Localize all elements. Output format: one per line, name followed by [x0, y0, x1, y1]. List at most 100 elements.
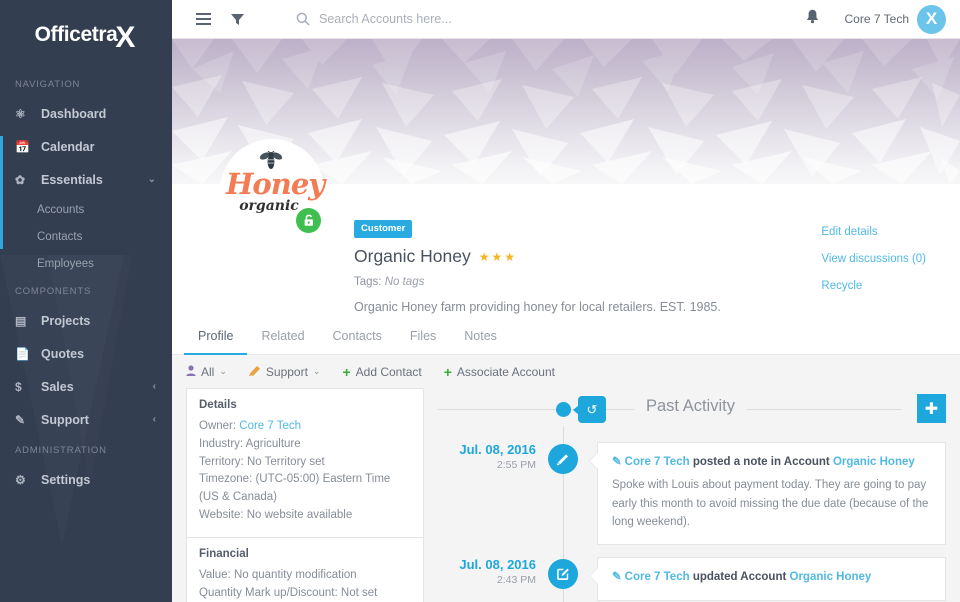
funnel-icon[interactable]	[220, 13, 254, 26]
timeline-card: ✎ Core 7 Tech updated Account Organic Hon…	[589, 557, 946, 601]
search-icon	[296, 12, 310, 26]
sidebar-section-navigation: NAVIGATION	[15, 79, 81, 90]
search-box[interactable]	[296, 12, 806, 26]
pencil-icon[interactable]	[548, 444, 578, 474]
account-info: Customer Organic Honey ★★★ Tags: No tags…	[354, 218, 721, 314]
timeline-action-text: updated Account	[689, 571, 790, 584]
edit-square-icon: ✎	[612, 571, 622, 584]
timeline-date: Jul. 08, 2016	[459, 557, 536, 573]
details-label: Website:	[199, 509, 244, 522]
projects-icon: ▤	[15, 313, 27, 328]
document-icon: 📄	[15, 346, 30, 361]
chevron-left-icon: ‹	[152, 414, 156, 425]
avatar[interactable]: X	[917, 4, 946, 34]
edit-square-icon[interactable]	[548, 559, 578, 590]
sidebar-item-accounts[interactable]: Accounts	[0, 196, 172, 223]
details-label: Timezone:	[199, 473, 253, 486]
dollar-icon: $	[15, 379, 22, 394]
bell-icon[interactable]	[806, 9, 819, 29]
owner-link[interactable]: Core 7 Tech	[239, 420, 301, 432]
details-row-owner: Owner: Core 7 Tech	[199, 418, 411, 436]
sidebar-item-support[interactable]: ✎ Support ‹	[0, 403, 172, 436]
timeline-target-link[interactable]: Organic Honey	[833, 456, 915, 468]
sidebar-section-administration: ADMINISTRATION	[15, 445, 107, 456]
sidebar-item-dashboard[interactable]: ⚛ Dashboard	[0, 97, 172, 130]
hamburger-icon[interactable]	[186, 13, 220, 25]
sidebar-item-sales[interactable]: $ Sales ‹	[0, 370, 172, 403]
timeline-header: ↺ Past Activity ✚	[438, 388, 946, 430]
timeline-dot	[556, 402, 571, 417]
activity-timeline: ↺ Past Activity ✚ Jul. 08, 2016 2:55 PM	[438, 388, 946, 602]
rating-stars: ★★★	[478, 249, 518, 264]
timeline-card: ✎ Core 7 Tech posted a note in Account Or…	[589, 442, 946, 546]
sidebar-item-contacts[interactable]: Contacts	[0, 223, 172, 250]
sidebar-item-label: Dashboard	[41, 106, 107, 121]
brand-logo[interactable]: Officetra X	[0, 0, 172, 70]
left-column: Details Owner: Core 7 Tech Industry: Agr…	[186, 388, 424, 602]
details-row-timezone: Timezone: (UTC-05:00) Eastern Time (US &…	[199, 471, 411, 507]
dashboard-icon: ⚛	[15, 106, 26, 121]
tags-label: Tags:	[354, 276, 382, 288]
timeline-actor-link[interactable]: Core 7 Tech	[625, 456, 690, 468]
history-icon[interactable]: ↺	[573, 396, 606, 423]
calendar-icon: 📅	[15, 139, 30, 154]
page-title: Organic Honey ★★★	[354, 246, 721, 267]
edit-details-link[interactable]: Edit details	[821, 226, 926, 238]
timeline-item: Jul. 08, 2016 2:55 PM ✎ Core 7 Tech poste…	[438, 442, 946, 546]
timeline-card-header: ✎ Core 7 Tech updated Account Organic Hon…	[612, 569, 931, 586]
timeline-card-body: Spoke with Louis about payment today. Th…	[612, 479, 929, 529]
financial-card-title: Financial	[199, 547, 249, 560]
add-contact-button[interactable]: + Add Contact	[342, 364, 421, 380]
sidebar-item-quotes[interactable]: 📄 Quotes	[0, 337, 172, 370]
filter-support-button[interactable]: Support ⌄	[248, 364, 321, 379]
sidebar-item-label: Calendar	[41, 139, 95, 154]
tab-files[interactable]: Files	[396, 318, 450, 355]
recycle-link[interactable]: Recycle	[821, 280, 926, 292]
timeline-actor-link[interactable]: Core 7 Tech	[625, 571, 690, 583]
view-discussions-link[interactable]: View discussions (0)	[821, 253, 926, 265]
sidebar-item-projects[interactable]: ▤ Projects	[0, 304, 172, 337]
topbar: Core 7 Tech X	[172, 0, 960, 39]
sidebar-item-calendar[interactable]: 📅 Calendar	[0, 130, 172, 163]
unlock-icon	[296, 208, 321, 233]
sidebar-item-settings[interactable]: ⚙ Settings	[0, 463, 172, 496]
financial-row-value: Value: No quantity modification	[199, 567, 411, 585]
filter-support-label: Support	[265, 364, 308, 379]
timeline-date: Jul. 08, 2016	[459, 442, 536, 457]
tab-profile[interactable]: Profile	[184, 318, 248, 355]
details-card: Details Owner: Core 7 Tech Industry: Agr…	[186, 388, 424, 538]
timeline-item-date: Jul. 08, 2016 2:55 PM	[438, 442, 548, 545]
sidebar-item-essentials[interactable]: ✿ Essentials ⌄	[0, 163, 172, 196]
leaf-icon: ✿	[15, 172, 26, 187]
tab-notes[interactable]: Notes	[450, 318, 511, 355]
main-area: Core 7 Tech X	[172, 0, 960, 602]
account-logo-inner: Honey organic	[224, 143, 325, 239]
topbar-right: Core 7 Tech X	[806, 4, 960, 34]
timeline-title: Past Activity	[634, 397, 747, 416]
brand-name: Officetra	[34, 23, 118, 46]
details-row-territory: Territory: No Territory set	[199, 454, 411, 472]
timeline-item-date: Jul. 08, 2016 2:43 PM	[438, 557, 548, 600]
sidebar-item-label: Essentials	[41, 172, 103, 187]
details-card-title: Details	[199, 399, 237, 411]
account-actions: Edit details View discussions (0) Recycl…	[821, 226, 926, 307]
add-activity-button[interactable]: ✚	[917, 394, 946, 423]
sidebar-item-employees[interactable]: Employees	[0, 250, 172, 277]
tags-value: No tags	[384, 276, 425, 288]
chevron-down-icon: ⌄	[312, 366, 321, 376]
filter-all-button[interactable]: All ⌄	[186, 365, 227, 379]
tab-related[interactable]: Related	[247, 318, 318, 355]
timeline-target-link[interactable]: Organic Honey	[790, 571, 872, 583]
profile-header: Honey organic Customer Organic Honey ★★★…	[172, 139, 960, 318]
associate-account-button[interactable]: + Associate Account	[444, 364, 555, 380]
filter-all-label: All	[201, 364, 215, 379]
timeline-card-header: ✎ Core 7 Tech posted a note in Account Or…	[612, 454, 931, 471]
financial-label: Quantity Mark up/Discount:	[199, 586, 338, 599]
brand-accent-letter: X	[115, 21, 136, 54]
details-value: Agriculture	[245, 437, 301, 450]
search-input[interactable]	[319, 12, 619, 26]
details-label: Territory:	[199, 455, 244, 468]
details-label: Owner:	[199, 420, 237, 432]
tab-contacts[interactable]: Contacts	[319, 318, 396, 355]
chevron-left-icon: ‹	[152, 381, 156, 392]
